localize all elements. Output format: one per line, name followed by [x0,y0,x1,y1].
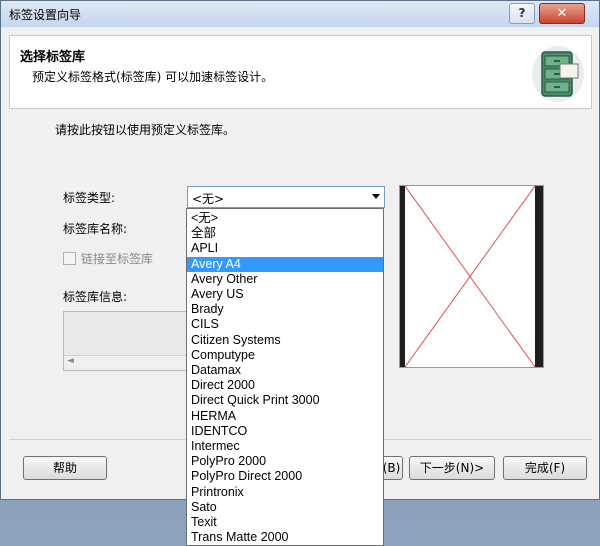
dropdown-option[interactable]: Trans Matte 2000 [187,530,383,545]
dropdown-option[interactable]: Sato [187,500,383,515]
dropdown-option[interactable]: Brady [187,302,383,317]
next-button[interactable]: 下一步(N)> [409,456,495,480]
dropdown-option[interactable]: Texit [187,515,383,530]
dropdown-option[interactable]: Printronix [187,485,383,500]
close-icon[interactable]: ✕ [539,3,585,24]
dropdown-option[interactable]: Avery US [187,287,383,302]
dropdown-option[interactable]: PolyPro 2000 [187,454,383,469]
preview-border-right [535,186,543,367]
dropdown-option[interactable]: Datamax [187,363,383,378]
label-type-dropdown-list[interactable]: <无> 全部 APLI Avery A4 Avery Other Avery US Brad… [186,208,384,546]
library-name-label: 标签库名称: [63,222,128,236]
dropdown-option[interactable]: APLI [187,241,383,256]
window-title: 标签设置向导 [9,8,82,22]
finish-button[interactable]: 完成(F) [503,456,587,480]
dropdown-option[interactable]: 全部 [187,226,383,241]
help-button[interactable]: 帮助 [23,456,107,480]
dropdown-option[interactable]: Intermec [187,439,383,454]
dropdown-option[interactable]: Computype [187,348,383,363]
help-icon[interactable]: ? [509,3,535,24]
dropdown-option[interactable]: Avery Other [187,272,383,287]
page-title: 选择标签库 [20,50,86,65]
preview-placeholder-cross [405,186,535,367]
chevron-down-icon[interactable] [372,194,380,199]
title-bar[interactable]: 标签设置向导 ? ✕ [1,1,599,27]
label-type-value: <无> [192,192,225,206]
dropdown-option[interactable]: Avery A4 [187,256,383,272]
page-description: 预定义标签格式(标签库) 可以加速标签设计。 [32,70,274,84]
dropdown-option[interactable]: <无> [187,211,383,226]
dropdown-option[interactable]: Direct 2000 [187,378,383,393]
file-cabinet-icon [532,46,584,102]
label-type-select[interactable]: <无> [187,186,385,208]
dropdown-option[interactable]: HERMA [187,409,383,424]
link-library-checkbox[interactable] [63,252,76,265]
library-info-label: 标签库信息: [63,290,128,304]
link-library-label: 链接至标签库 [81,252,154,266]
label-type-label: 标签类型: [63,191,116,205]
dropdown-option[interactable]: Direct Quick Print 3000 [187,393,383,408]
back-button[interactable]: (B) [381,456,403,480]
dropdown-option[interactable]: CILS [187,317,383,332]
scroll-left-icon[interactable]: ◄ [67,356,74,366]
dropdown-option[interactable]: IDENTCO [187,424,383,439]
dropdown-option[interactable]: Citizen Systems [187,333,383,348]
wizard-header: 选择标签库 预定义标签格式(标签库) 可以加速标签设计。 [9,35,592,109]
label-preview [399,185,544,368]
instruction-text: 请按此按钮以使用预定义标签库。 [55,123,236,137]
dropdown-option[interactable]: PolyPro Direct 2000 [187,469,383,484]
